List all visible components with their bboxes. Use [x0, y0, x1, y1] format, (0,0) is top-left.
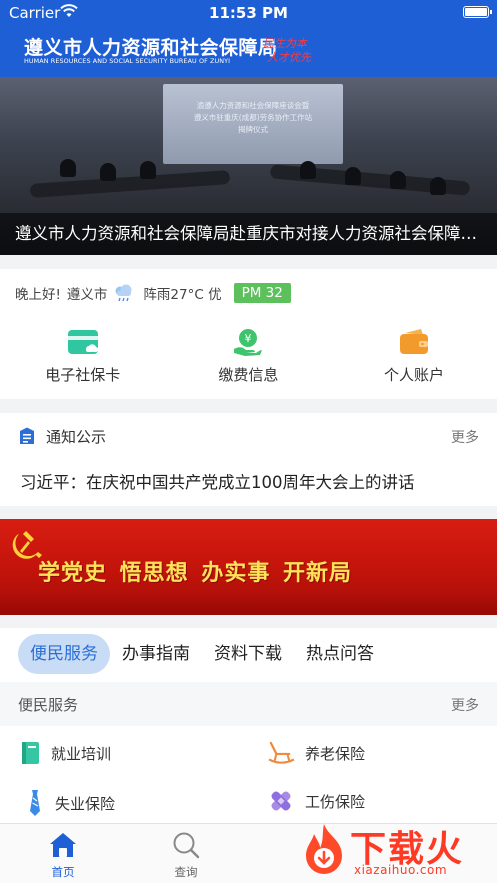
screen-text-1: 渝遵人力资源和社会保障座谈会暨 — [196, 101, 310, 110]
svg-text:¥: ¥ — [245, 332, 252, 345]
slogan-line-2: 人才优先 — [267, 51, 311, 64]
weather-bar: 晚上好! 遵义市 阵雨27°C 优 PM 32 — [15, 281, 291, 305]
quick-link-label: 电子社保卡 — [45, 366, 121, 384]
weather-condition: 阵雨27°C 优 — [143, 287, 222, 303]
service-pension-insurance[interactable]: 养老保险 — [266, 741, 365, 765]
photo-person — [300, 161, 316, 179]
quick-link-social-card[interactable]: 电子社保卡 — [0, 327, 166, 385]
section-title: 便民服务 — [18, 696, 79, 714]
banner-photo-screen: 渝遵人力资源和社会保障座谈会暨 遵义市驻重庆(成都)劳务协作工作站 揭牌仪式 — [163, 84, 343, 164]
photo-person — [430, 177, 446, 195]
social-security-card-icon — [67, 330, 99, 354]
notice-more-link[interactable]: 更多 — [451, 427, 479, 447]
service-label: 就业培训 — [51, 744, 112, 763]
watermark-url: xiazaihuo.com — [354, 863, 448, 877]
section-more-link[interactable]: 更多 — [451, 695, 479, 715]
photo-person — [345, 167, 361, 185]
bandage-icon — [271, 791, 291, 811]
tab-home-label: 首页 — [51, 865, 75, 879]
service-employment-training[interactable]: 就业培训 — [20, 741, 111, 765]
city-name: 遵义市 — [66, 287, 108, 303]
tab-downloads[interactable]: 资料下载 — [202, 634, 294, 674]
tab-query-label: 查询 — [174, 865, 198, 879]
service-label: 失业保险 — [55, 794, 116, 813]
party-slogan: 学党史 悟思想 办实事 开新局 — [38, 560, 352, 586]
slogan-line-1: 民生为本 — [263, 37, 307, 50]
service-section-header: 便民服务 更多 — [0, 682, 497, 726]
pm-badge: PM 32 — [233, 283, 291, 303]
wallet-icon — [399, 329, 428, 354]
services-panel: 便民服务 办事指南 资料下载 热点问答 便民服务 更多 就业培训 养老保险 失业… — [0, 628, 497, 823]
clock: 11:53 PM — [209, 4, 288, 22]
notice-item[interactable]: 习近平：在庆祝中国共产党成立100周年大会上的讲话 — [20, 469, 415, 493]
banner-caption[interactable]: 遵义市人力资源和社会保障局赴重庆市对接人力资源社会保障… — [0, 213, 497, 255]
search-icon — [173, 832, 200, 859]
screen-text-2: 遵义市驻重庆(成都)劳务协作工作站 — [193, 113, 313, 122]
notice-icon — [20, 427, 34, 444]
quick-link-account[interactable]: 个人账户 — [331, 327, 497, 385]
rocking-chair-icon — [268, 741, 295, 764]
photo-person — [60, 159, 76, 177]
news-banner[interactable]: 渝遵人力资源和社会保障座谈会暨 遵义市驻重庆(成都)劳务协作工作站 揭牌仪式 遵… — [0, 77, 497, 255]
tab-convenience-services[interactable]: 便民服务 — [18, 634, 110, 674]
tab-hot-questions[interactable]: 热点问答 — [294, 634, 386, 674]
quick-links: 电子社保卡 ¥ 缴费信息 个人账户 — [0, 327, 497, 385]
tab-service-guide[interactable]: 办事指南 — [110, 634, 202, 674]
screen-text-3: 揭牌仪式 — [238, 125, 268, 134]
tab-home[interactable]: 首页 — [33, 830, 93, 880]
bureau-title: 遵义市人力资源和社会保障局 — [24, 37, 278, 59]
book-icon — [22, 742, 39, 764]
quick-link-payment[interactable]: ¥ 缴费信息 — [166, 327, 332, 385]
battery-icon — [463, 6, 492, 18]
app-header: Carrier 11:53 PM 遵义市人力资源和社会保障局 HUMAN RES… — [0, 0, 497, 77]
service-unemployment-insurance[interactable]: 失业保险 — [24, 789, 115, 817]
download-site-watermark: 下载火 xiazaihuo.com — [292, 820, 497, 883]
bureau-subtitle: HUMAN RESOURCES AND SOCIAL SECURITY BURE… — [24, 57, 231, 65]
photo-person — [100, 163, 116, 181]
service-work-injury-insurance[interactable]: 工伤保险 — [266, 789, 365, 813]
tie-icon — [30, 790, 40, 816]
status-bar: Carrier 11:53 PM — [0, 0, 497, 26]
tab-query[interactable]: 查询 — [156, 830, 216, 880]
home-icon — [50, 833, 76, 857]
header-slogan: 民生为本 人才优先 — [263, 37, 311, 65]
banner-shade — [0, 593, 497, 615]
notice-card: 通知公示 更多 习近平：在庆祝中国共产党成立100周年大会上的讲话 — [0, 413, 497, 506]
flame-logo-icon — [306, 824, 342, 874]
greeting: 晚上好! — [15, 287, 61, 303]
rain-cloud-icon — [115, 284, 132, 302]
home-summary-card: 晚上好! 遵义市 阵雨27°C 优 PM 32 电子社保卡 ¥ 缴费信息 个人账… — [0, 269, 497, 399]
quick-link-label: 个人账户 — [383, 366, 444, 384]
quick-link-label: 缴费信息 — [218, 366, 279, 384]
photo-person — [140, 161, 156, 179]
notice-title: 通知公示 — [46, 428, 107, 446]
party-banner[interactable]: 学党史 悟思想 办实事 开新局 — [0, 519, 497, 615]
payment-info-icon: ¥ — [234, 329, 263, 356]
service-tabs: 便民服务 办事指南 资料下载 热点问答 — [18, 634, 386, 674]
service-label: 工伤保险 — [305, 792, 366, 811]
photo-person — [390, 171, 406, 189]
service-label: 养老保险 — [305, 744, 366, 763]
